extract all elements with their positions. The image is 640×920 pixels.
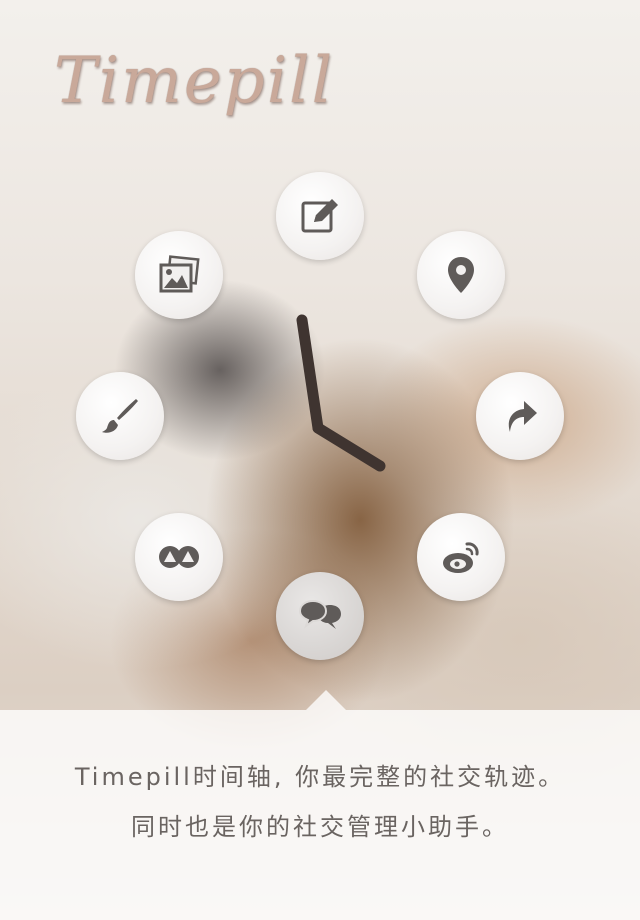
weibo-icon (443, 542, 479, 573)
caption-panel: Timepill时间轴, 你最完整的社交轨迹。 同时也是你的社交管理小助手。 (0, 710, 640, 920)
caption-line-2: 同时也是你的社交管理小助手。 (131, 813, 509, 841)
app-logo: Timepill (54, 44, 335, 118)
location-pin-icon (448, 257, 474, 293)
share-arrow-icon (508, 401, 537, 432)
clock-icon (296, 314, 386, 472)
weibo-button[interactable] (417, 513, 505, 601)
location-button[interactable] (417, 231, 505, 319)
write-button[interactable] (276, 172, 364, 260)
edit-icon (301, 199, 338, 233)
draw-button[interactable] (76, 372, 164, 460)
caption-line-1: Timepill时间轴, 你最完整的社交轨迹。 (74, 763, 566, 791)
brush-icon (102, 399, 138, 433)
social-icon (159, 546, 199, 568)
caption-pointer (306, 690, 346, 710)
photos-icon (159, 255, 200, 293)
chat-button[interactable] (276, 572, 364, 660)
chat-bubbles-icon (298, 599, 341, 629)
share-button[interactable] (476, 372, 564, 460)
social-button[interactable] (135, 513, 223, 601)
gallery-button[interactable] (135, 231, 223, 319)
screen: Timepill Timepill时间轴, 你最完整的社交轨迹。 同时也是你的社… (0, 0, 640, 920)
